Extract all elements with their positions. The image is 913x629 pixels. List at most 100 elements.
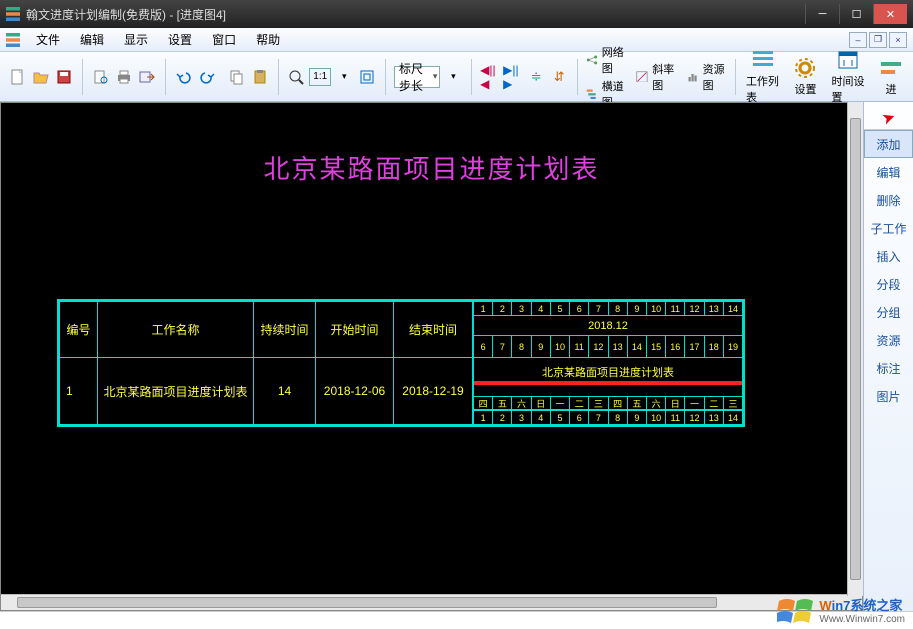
export-icon[interactable]	[137, 66, 157, 88]
col-header-end: 结束时间	[394, 302, 472, 358]
paste-icon[interactable]	[250, 66, 270, 88]
menu-help[interactable]: 帮助	[246, 29, 290, 50]
redo-icon[interactable]	[197, 66, 217, 88]
tick: 11	[570, 336, 589, 357]
time-settings-button[interactable]: 时间设置	[825, 54, 871, 100]
window-maximize-button[interactable]: ☐	[839, 4, 873, 24]
tick: 10	[647, 302, 666, 315]
copy-icon[interactable]	[227, 66, 247, 88]
side-item-8[interactable]: 标注	[864, 354, 913, 382]
resource-diagram-label: 资源图	[703, 61, 728, 93]
menu-settings[interactable]: 设置	[158, 29, 202, 50]
menu-window[interactable]: 窗口	[202, 29, 246, 50]
tick: 6	[570, 411, 589, 424]
fit-window-icon[interactable]	[357, 66, 377, 88]
tick: 19	[724, 336, 742, 357]
tick: 二	[570, 397, 589, 409]
side-item-3[interactable]: 子工作	[864, 214, 913, 242]
side-item-5[interactable]: 分段	[864, 270, 913, 298]
window-minimize-button[interactable]: ─	[805, 4, 839, 24]
collapse-left-icon[interactable]: ◀||◀	[480, 66, 500, 88]
zoom-100-button[interactable]: 1:1	[309, 68, 331, 86]
new-file-icon[interactable]	[8, 66, 28, 88]
side-item-6[interactable]: 分组	[864, 298, 913, 326]
gantt-day-row: 678910111213141516171819	[474, 336, 742, 358]
schedule-table: 编号 1 工作名称 北京某路面项目进度计划表 持续时间 14 开始时间 2018…	[57, 299, 745, 427]
horizontal-scrollbar[interactable]	[1, 594, 862, 610]
resource-diagram-button[interactable]: 资源图	[683, 61, 731, 93]
step-dropdown-button[interactable]: ▾	[443, 66, 463, 88]
tick: 15	[647, 336, 666, 357]
toolbar: 1:1 ▾ 标尺步长 ▾ ◀||◀ ▶||▶ ≑ ⇵ 网络图 横道图 斜率图 资…	[0, 52, 913, 102]
merge-icon[interactable]: ⇵	[549, 66, 569, 88]
side-item-2[interactable]: 删除	[864, 186, 913, 214]
print-preview-icon[interactable]	[91, 66, 111, 88]
side-item-4[interactable]: 插入	[864, 242, 913, 270]
cell-num: 1	[60, 358, 97, 424]
tick: 5	[551, 302, 570, 315]
col-header-name: 工作名称	[98, 302, 253, 358]
col-header-num: 编号	[60, 302, 97, 358]
tick: 12	[685, 411, 704, 424]
ruler-step-select[interactable]: 标尺步长	[394, 66, 440, 88]
tick: 10	[551, 336, 570, 357]
pointer-tool[interactable]: ➤	[864, 106, 913, 130]
window-title-bar: 翰文进度计划编制(免费版) - [进度图4] ─ ☐ ✕	[0, 0, 913, 28]
tick: 3	[512, 411, 531, 424]
watermark-url: Www.Winwin7.com	[819, 614, 905, 625]
window-close-button[interactable]: ✕	[873, 4, 907, 24]
save-file-icon[interactable]	[54, 66, 74, 88]
tick: 8	[512, 336, 531, 357]
print-icon[interactable]	[114, 66, 134, 88]
gantt-bar[interactable]: 北京某路面项目进度计划表	[474, 364, 742, 385]
tick: 16	[666, 336, 685, 357]
cell-name: 北京某路面项目进度计划表	[98, 358, 253, 424]
menu-view[interactable]: 显示	[114, 29, 158, 50]
side-item-7[interactable]: 资源	[864, 326, 913, 354]
settings-button[interactable]: 设置	[787, 54, 823, 100]
network-diagram-button[interactable]: 网络图	[586, 44, 626, 76]
doc-minimize-button[interactable]: –	[849, 32, 867, 48]
tick: 五	[628, 397, 647, 409]
menu-file[interactable]: 文件	[26, 29, 70, 50]
split-icon[interactable]: ≑	[526, 66, 546, 88]
menu-edit[interactable]: 编辑	[70, 29, 114, 50]
tick: 三	[724, 397, 742, 409]
doc-close-button[interactable]: ×	[889, 32, 907, 48]
schedule-button[interactable]: 进	[873, 54, 909, 100]
tick: 9	[532, 336, 551, 357]
tick: 三	[589, 397, 608, 409]
tick: 14	[724, 302, 742, 315]
side-item-1[interactable]: 编辑	[864, 158, 913, 186]
canvas-area[interactable]: 北京某路面项目进度计划表 编号 1 工作名称 北京某路面项目进度计划表 持续时间…	[0, 102, 863, 611]
data-table: 编号 1 工作名称 北京某路面项目进度计划表 持续时间 14 开始时间 2018…	[60, 302, 474, 424]
side-item-0[interactable]: 添加	[864, 130, 913, 158]
zoom-icon[interactable]	[286, 66, 306, 88]
expand-right-icon[interactable]: ▶||▶	[503, 66, 523, 88]
tick: 1	[474, 302, 493, 315]
network-diagram-label: 网络图	[602, 44, 627, 76]
vertical-scrollbar[interactable]	[847, 102, 863, 596]
slope-diagram-button[interactable]: 斜率图	[632, 61, 680, 93]
tick: 一	[685, 397, 704, 409]
menu-bar: 文件 编辑 显示 设置 窗口 帮助 – ❐ ×	[0, 28, 913, 52]
undo-icon[interactable]	[174, 66, 194, 88]
network-icon	[586, 52, 598, 68]
tick: 3	[512, 302, 531, 315]
tick: 9	[628, 302, 647, 315]
side-item-9[interactable]: 图片	[864, 382, 913, 410]
work-list-button[interactable]: 工作列表	[740, 54, 786, 100]
gantt-weekday-row: 四五六日一二三四五六日一二三	[474, 396, 742, 410]
tick: 10	[647, 411, 666, 424]
tick: 5	[551, 411, 570, 424]
open-file-icon[interactable]	[31, 66, 51, 88]
zoom-dropdown-icon[interactable]: ▾	[334, 66, 354, 88]
tick: 4	[532, 411, 551, 424]
chart-title: 北京某路面项目进度计划表	[1, 103, 862, 186]
status-bar	[0, 611, 913, 629]
cell-start: 2018-12-06	[316, 358, 393, 424]
doc-restore-button[interactable]: ❐	[869, 32, 887, 48]
gantt-icon	[586, 86, 598, 102]
doc-icon	[6, 33, 20, 47]
gantt-ruler-top: 1234567891011121314	[474, 302, 742, 316]
